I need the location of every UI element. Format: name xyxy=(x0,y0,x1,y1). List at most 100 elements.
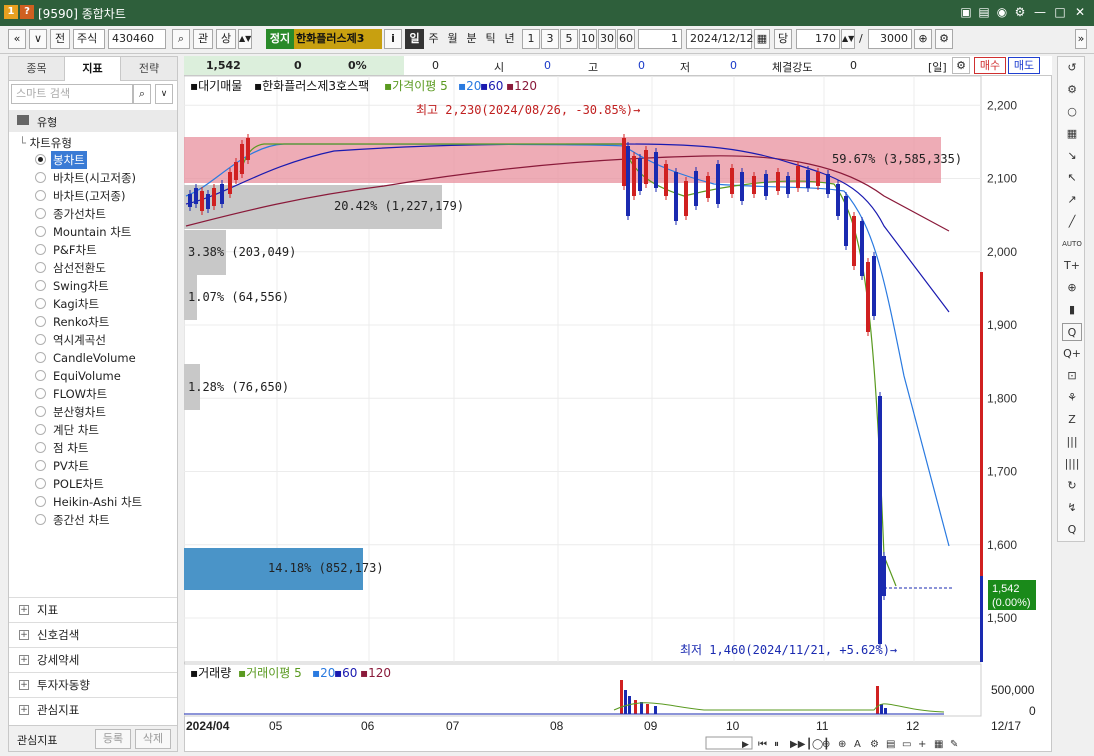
info-button[interactable]: i xyxy=(384,29,402,49)
radio-icon[interactable] xyxy=(35,244,46,255)
interval-30[interactable]: 30 xyxy=(598,29,616,49)
tool-icon[interactable]: ↗ xyxy=(1062,191,1082,209)
tool-icon[interactable]: ↻ xyxy=(1062,477,1082,495)
expand-plus-icon[interactable]: + xyxy=(19,680,29,690)
total-input[interactable]: 3000 xyxy=(868,29,912,49)
radio-icon[interactable] xyxy=(35,406,46,417)
radio-icon[interactable] xyxy=(35,478,46,489)
period-week[interactable]: 주 xyxy=(424,29,443,49)
chart-settings-icon[interactable]: ⚙ xyxy=(935,29,953,49)
radio-icon[interactable] xyxy=(35,424,46,435)
tool-icon[interactable]: ⊕ xyxy=(1062,279,1082,297)
dang-button[interactable]: 당 xyxy=(774,29,792,49)
accordion-item[interactable]: + 투자자동향 xyxy=(9,672,177,697)
scroll-right-icon[interactable]: ▶ xyxy=(742,740,749,750)
tool-icon[interactable]: ⚙ xyxy=(1062,81,1082,99)
layout-icon[interactable]: ▤ xyxy=(976,4,992,20)
interval-60[interactable]: 60 xyxy=(617,29,635,49)
volume-pane[interactable] xyxy=(184,663,982,717)
chevron-down-icon[interactable]: ∨ xyxy=(155,84,173,104)
accordion-item[interactable]: + 강세약세 xyxy=(9,647,177,672)
tool-icon[interactable]: ↺ xyxy=(1062,59,1082,77)
tool-icon[interactable]: ▦ xyxy=(1062,125,1082,143)
period-year[interactable]: 년 xyxy=(500,29,519,49)
playback-control-icon[interactable]: ⏮ xyxy=(758,739,767,750)
buy-button[interactable]: 매수 xyxy=(974,57,1006,74)
playback-control-icon[interactable]: ▭ xyxy=(902,739,911,750)
camera-icon[interactable]: ◉ xyxy=(994,4,1010,20)
tool-icon[interactable]: Q xyxy=(1062,323,1082,341)
tool-icon[interactable]: ↯ xyxy=(1062,499,1082,517)
infobar-settings-icon[interactable]: ⚙ xyxy=(952,57,970,74)
zoom-in-icon[interactable]: ⊕ xyxy=(914,29,932,49)
tool-icon[interactable]: Q xyxy=(1062,521,1082,539)
radio-icon[interactable] xyxy=(35,496,46,507)
playback-control-icon[interactable]: + xyxy=(918,739,926,750)
radio-icon[interactable] xyxy=(35,316,46,327)
search-icon[interactable]: ⌕ xyxy=(133,84,151,104)
radio-icon[interactable] xyxy=(35,442,46,453)
spinner-icon[interactable]: ▲▼ xyxy=(238,29,252,49)
tool-icon[interactable]: Q+ xyxy=(1062,345,1082,363)
tool-icon[interactable]: AUTO xyxy=(1062,235,1082,253)
tool-icon[interactable]: ▮ xyxy=(1062,301,1082,319)
smart-search-input[interactable]: 스마트 검색 xyxy=(11,84,133,104)
playback-control-icon[interactable]: ▤ xyxy=(886,739,895,750)
nav-prev-button[interactable]: « xyxy=(8,29,26,49)
expand-plus-icon[interactable]: + xyxy=(19,655,29,665)
sell-button[interactable]: 매도 xyxy=(1008,57,1040,74)
sangseung-button[interactable]: 상 xyxy=(216,29,236,49)
calendar-icon[interactable]: ▦ xyxy=(754,29,770,49)
radio-icon[interactable] xyxy=(35,298,46,309)
accordion-item[interactable]: + 신호검색 xyxy=(9,622,177,647)
radio-icon[interactable] xyxy=(35,208,46,219)
playback-control-icon[interactable]: ▦ xyxy=(934,739,943,750)
period-minute[interactable]: 분 xyxy=(462,29,481,49)
help-badge[interactable]: ? xyxy=(20,5,34,19)
search-icon[interactable]: ⌕ xyxy=(172,29,190,49)
tool-icon[interactable]: Z xyxy=(1062,411,1082,429)
playback-control-icon[interactable]: ⏸ xyxy=(774,739,779,750)
radio-icon[interactable] xyxy=(35,280,46,291)
expand-plus-icon[interactable]: + xyxy=(19,630,29,640)
tool-icon[interactable]: T+ xyxy=(1062,257,1082,275)
window-badge-1[interactable]: 1 xyxy=(4,5,18,19)
period-month[interactable]: 월 xyxy=(443,29,462,49)
tab-indicators[interactable]: 지표 xyxy=(65,57,121,81)
radio-icon[interactable] xyxy=(35,352,46,363)
radio-icon[interactable] xyxy=(35,514,46,525)
nav-down-button[interactable]: ∨ xyxy=(29,29,47,49)
playback-control-icon[interactable]: ⊕ xyxy=(838,739,846,750)
tool-icon[interactable]: ⚘ xyxy=(1062,389,1082,407)
tab-strategy[interactable]: 전략 xyxy=(121,57,178,81)
tool-icon[interactable]: ○ xyxy=(1062,103,1082,121)
tool-icon[interactable]: ↖ xyxy=(1062,169,1082,187)
price-chart-svg[interactable]: 2,200 2,100 2,000 1,900 1,800 1,700 1,600 1,500… xyxy=(184,76,1052,752)
playback-control-icon[interactable]: ✎ xyxy=(950,739,958,750)
maximize-icon[interactable]: □ xyxy=(1052,4,1068,20)
qty-input[interactable]: 170 xyxy=(796,29,840,49)
interval-1[interactable]: 1 xyxy=(522,29,540,49)
interval-3[interactable]: 3 xyxy=(541,29,559,49)
market-select[interactable]: 주식 xyxy=(73,29,105,49)
tool-icon[interactable]: ||| xyxy=(1062,433,1082,451)
minimize-icon[interactable]: — xyxy=(1032,4,1048,20)
expand-plus-icon[interactable]: + xyxy=(19,605,29,615)
radio-icon[interactable] xyxy=(35,262,46,273)
playback-control-icon[interactable]: ⊖ xyxy=(822,739,830,750)
settings-icon[interactable]: ⚙ xyxy=(1012,4,1028,20)
interval-5[interactable]: 5 xyxy=(560,29,578,49)
register-button[interactable]: 등록 xyxy=(95,729,131,749)
interest-button[interactable]: 관 xyxy=(193,29,213,49)
radio-icon[interactable] xyxy=(35,334,46,345)
accordion-item[interactable]: + 관심지표 xyxy=(9,697,177,722)
playback-control-icon[interactable]: A xyxy=(854,739,861,750)
pin-icon[interactable]: ▣ xyxy=(958,4,974,20)
tool-icon[interactable]: ↘ xyxy=(1062,147,1082,165)
expand-plus-icon[interactable]: + xyxy=(19,705,29,715)
delete-button[interactable]: 삭제 xyxy=(135,729,171,749)
radio-icon[interactable] xyxy=(35,226,46,237)
tool-icon[interactable]: ╱ xyxy=(1062,213,1082,231)
interval-10[interactable]: 10 xyxy=(579,29,597,49)
qty-spinner-icon[interactable]: ▲▼ xyxy=(841,29,855,49)
